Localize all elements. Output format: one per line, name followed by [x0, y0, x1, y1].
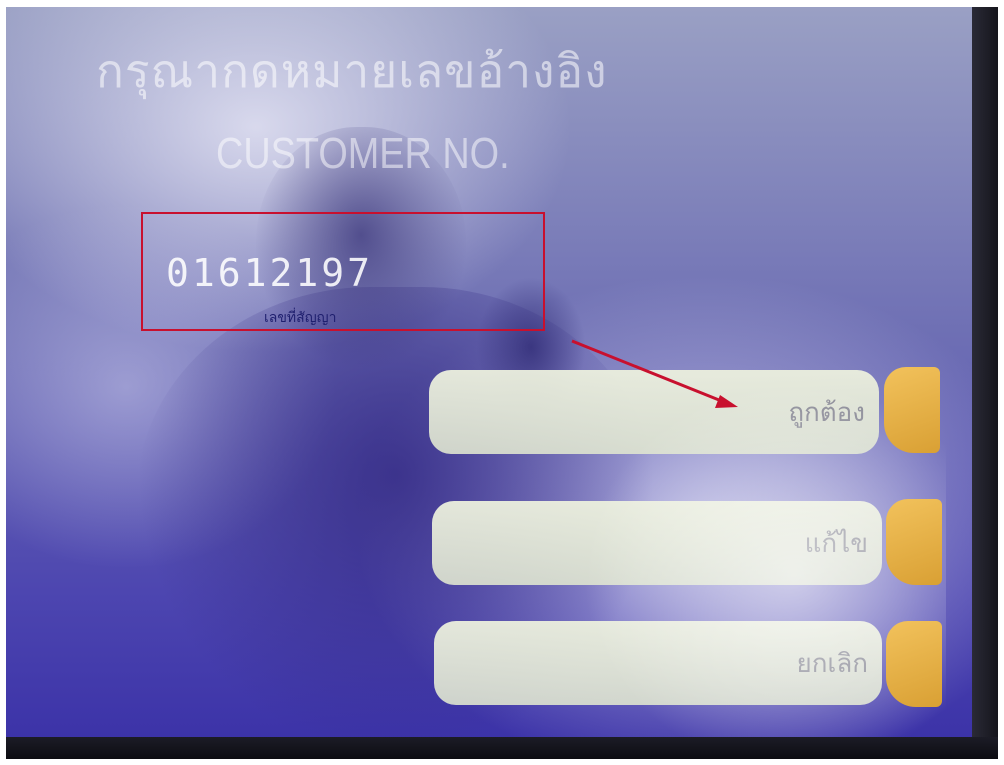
side-key-edit[interactable] — [886, 499, 942, 585]
atm-bezel-right — [972, 7, 998, 759]
atm-bezel-bottom — [6, 737, 998, 759]
atm-screen: กรุณากดหมายเลขอ้างอิง CUSTOMER NO. 01612… — [6, 7, 980, 737]
side-key-cancel[interactable] — [886, 621, 942, 707]
atm-photo: กรุณากดหมายเลขอ้างอิง CUSTOMER NO. 01612… — [6, 7, 998, 759]
side-key-confirm[interactable] — [884, 367, 940, 453]
annotation-arrow-icon — [571, 339, 738, 408]
